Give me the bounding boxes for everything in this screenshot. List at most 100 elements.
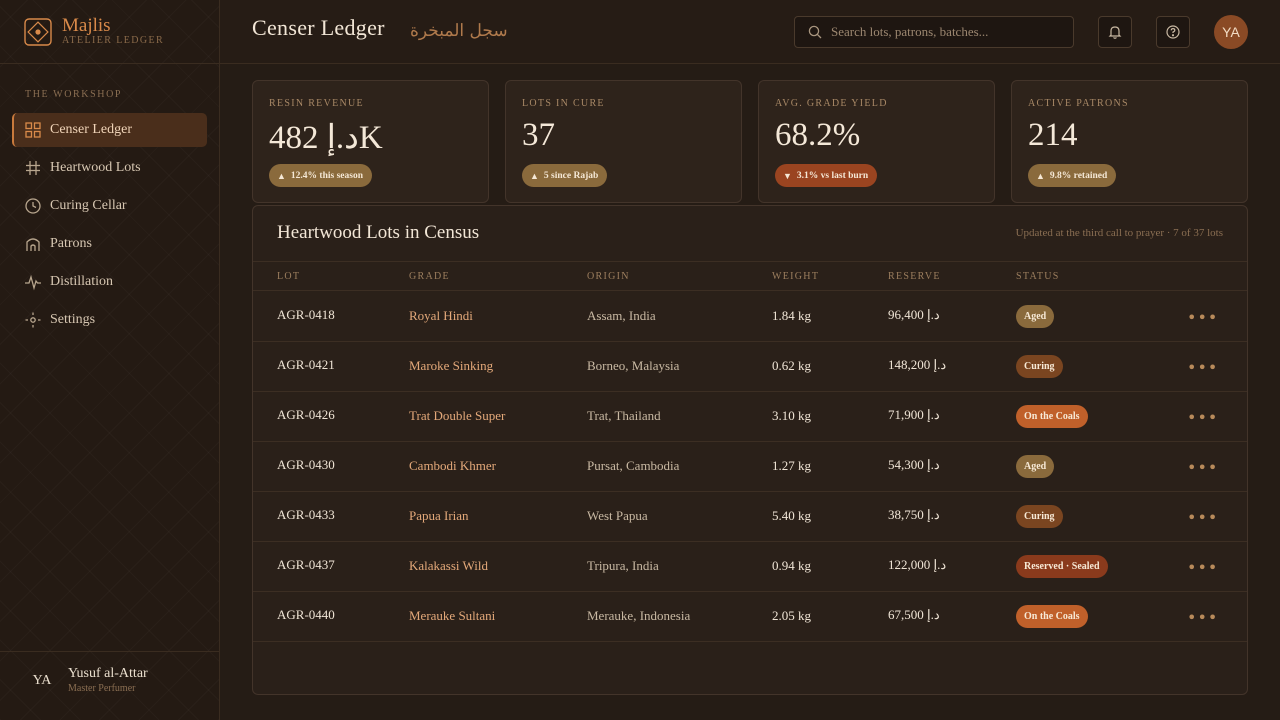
table-row[interactable]: AGR-0421 Maroke Sinking Borneo, Malaysia 0.… (253, 342, 1247, 392)
more-options-icon[interactable]: ••• (1187, 558, 1218, 577)
weight-cell: 5.40 kg (772, 508, 811, 523)
brand-logo-icon (24, 18, 52, 46)
stat-label: LOTS IN CURE (522, 98, 605, 109)
sidebar-item-censer-ledger[interactable]: Censer Ledger (12, 113, 207, 147)
origin-cell: Merauke, Indonesia (587, 608, 691, 623)
column-header-grade[interactable]: GRADE (409, 271, 450, 282)
more-options-icon[interactable]: ••• (1187, 308, 1218, 327)
grade-link[interactable]: Kalakassi Wild (409, 558, 488, 574)
more-options-icon[interactable]: ••• (1187, 608, 1218, 627)
stat-card-lots-in-cure: LOTS IN CURE 37 ▲ 5 since Rajab (505, 80, 742, 203)
gear-icon (24, 311, 42, 329)
column-header-status[interactable]: STATUS (1016, 271, 1060, 282)
brand[interactable]: Majlis ATELIER LEDGER (24, 16, 164, 48)
stat-label: RESIN REVENUE (269, 98, 364, 109)
grade-link[interactable]: Royal Hindi (409, 308, 473, 324)
column-header-origin[interactable]: ORIGIN (587, 271, 630, 282)
search-input[interactable] (831, 24, 1061, 40)
stat-value: 37 (522, 117, 555, 153)
notifications-button[interactable] (1098, 16, 1132, 48)
header: Censer Ledger سجل المبخرة YA (220, 0, 1280, 64)
reserve-cell: 122,000 د.إ (888, 557, 947, 572)
status-badge: On the Coals (1016, 605, 1088, 628)
more-options-icon[interactable]: ••• (1187, 458, 1218, 477)
column-header-reserve[interactable]: RESERVE (888, 271, 941, 282)
table-row[interactable]: AGR-0418 Royal Hindi Assam, India 1.84 kg 96… (253, 292, 1247, 342)
status-badge: On the Coals (1016, 405, 1088, 428)
sidebar-section-label: THE WORKSHOP (25, 89, 123, 100)
stat-card-resin-revenue: RESIN REVENUE 482 د.إK ▲ 12.4% this seaso… (252, 80, 489, 203)
table-row[interactable]: AGR-0433 Papua Irian West Papua 5.40 kg 38,7… (253, 492, 1247, 542)
origin-cell: Pursat, Cambodia (587, 458, 680, 473)
lots-icon (24, 159, 42, 177)
search-box[interactable] (794, 16, 1074, 48)
status-badge: Curing (1016, 505, 1063, 528)
stat-badge-text: 3.1% vs last burn (796, 170, 869, 181)
table-row[interactable]: AGR-0430 Cambodi Khmer Pursat, Cambodia 1.2… (253, 442, 1247, 492)
grade-link[interactable]: Trat Double Super (409, 408, 505, 424)
table-row[interactable]: AGR-0437 Kalakassi Wild Tripura, India 0.94… (253, 542, 1247, 592)
bell-icon (1108, 26, 1122, 39)
sidebar-item-patrons[interactable]: Patrons (12, 227, 207, 261)
weight-cell: 0.94 kg (772, 558, 811, 573)
grade-link[interactable]: Papua Irian (409, 508, 469, 524)
lot-cell: AGR-0426 (277, 407, 335, 422)
weight-cell: 2.05 kg (772, 608, 811, 623)
triangle-up-icon: ▲ (1036, 170, 1045, 181)
stat-badge: ▲ 5 since Rajab (522, 164, 608, 187)
column-header-lot[interactable]: LOT (277, 271, 300, 282)
reserve-cell: 54,300 د.إ (888, 457, 940, 472)
sidebar: Majlis ATELIER LEDGER THE WORKSHOP Cense… (0, 0, 220, 720)
user-profile[interactable]: YA Yusuf al-Attar Master Perfumer (24, 666, 148, 696)
weight-cell: 1.84 kg (772, 308, 811, 323)
triangle-up-icon: ▲ (277, 170, 286, 181)
lot-cell: AGR-0437 (277, 557, 335, 572)
stat-label: ACTIVE PATRONS (1028, 98, 1129, 109)
help-button[interactable] (1156, 16, 1190, 48)
column-header-weight[interactable]: WEIGHT (772, 271, 819, 282)
origin-cell: Trat, Thailand (587, 408, 661, 423)
lot-cell: AGR-0433 (277, 507, 335, 522)
stat-badge: ▼ 3.1% vs last burn (775, 164, 878, 187)
more-options-icon[interactable]: ••• (1187, 508, 1218, 527)
search-icon (808, 25, 822, 39)
user-role: Master Perfumer (68, 683, 136, 694)
stat-badge: ▲ 9.8% retained (1028, 164, 1117, 187)
grid-icon (24, 121, 42, 139)
stat-value: 214 (1028, 117, 1078, 153)
grade-link[interactable]: Merauke Sultani (409, 608, 495, 624)
triangle-down-icon: ▼ (783, 170, 792, 181)
lot-cell: AGR-0421 (277, 357, 335, 372)
help-icon (1166, 25, 1180, 39)
stat-badge-text: 9.8% retained (1049, 170, 1108, 181)
more-options-icon[interactable]: ••• (1187, 408, 1218, 427)
pulse-icon (24, 273, 42, 291)
origin-cell: Assam, India (587, 308, 656, 323)
avatar[interactable]: YA (1214, 15, 1248, 49)
table-row[interactable]: AGR-0426 Trat Double Super Trat, Thailand 3… (253, 392, 1247, 442)
table-row[interactable]: AGR-0440 Merauke Sultani Merauke, Indonesi… (253, 592, 1247, 642)
grade-link[interactable]: Cambodi Khmer (409, 458, 496, 474)
sidebar-item-distillation[interactable]: Distillation (12, 265, 207, 299)
status-badge: Aged (1016, 305, 1055, 328)
origin-cell: Borneo, Malaysia (587, 358, 680, 373)
more-options-icon[interactable]: ••• (1187, 358, 1218, 377)
sidebar-divider (0, 63, 219, 64)
stat-label: AVG. GRADE YIELD (775, 98, 888, 109)
brand-name: Majlis (62, 15, 111, 36)
weight-cell: 0.62 kg (772, 358, 811, 373)
lots-table-panel: Heartwood Lots in Census Updated at the … (252, 205, 1248, 695)
panel-meta: Updated at the third call to prayer · 7 … (1015, 227, 1223, 239)
sidebar-item-curing-cellar[interactable]: Curing Cellar (12, 189, 207, 223)
stat-value: 482 د.إK (269, 120, 383, 156)
grade-link[interactable]: Maroke Sinking (409, 358, 493, 374)
stat-badge: ▲ 12.4% this season (269, 164, 372, 187)
sidebar-nav: Censer Ledger Heartwood Lots Curing Cell… (12, 113, 207, 341)
origin-cell: West Papua (587, 508, 648, 523)
sidebar-item-settings[interactable]: Settings (12, 303, 207, 337)
weight-cell: 3.10 kg (772, 408, 811, 423)
triangle-up-icon: ▲ (530, 170, 539, 181)
origin-cell: Tripura, India (587, 558, 659, 573)
sidebar-item-heartwood-lots[interactable]: Heartwood Lots (12, 151, 207, 185)
page-title-arabic: سجل المبخرة (410, 21, 508, 41)
